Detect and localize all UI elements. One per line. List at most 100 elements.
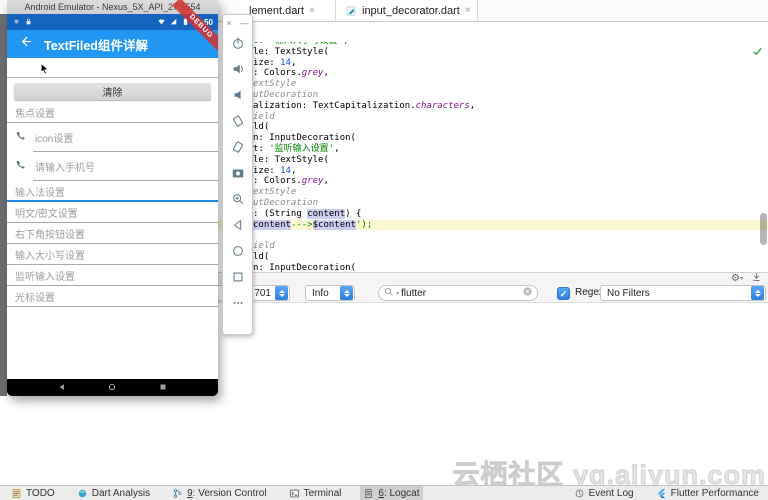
code-line[interactable] [253, 230, 768, 241]
code-token: 14 [280, 166, 291, 176]
textfield-hint-label: 监听输入设置 [15, 268, 75, 283]
nav-overview-icon[interactable] [158, 379, 168, 397]
code-token: ld( [253, 122, 269, 132]
statusbar-item-todo[interactable]: TODO [8, 486, 58, 500]
more-icon[interactable] [223, 290, 252, 316]
wifi-icon [157, 13, 166, 31]
back-icon[interactable] [223, 212, 252, 238]
tab-element-dart[interactable]: lement.dart × [240, 0, 336, 21]
regex-checkbox[interactable]: ✓ [557, 287, 570, 300]
code-token: : (String [253, 209, 307, 219]
nav-back-icon[interactable] [57, 379, 67, 397]
code-line[interactable]: alization: TextCapitalization.characters… [253, 101, 768, 112]
textfield-list-item[interactable]: 请输入手机号 [7, 152, 218, 181]
code-token: characters [416, 101, 470, 111]
camera-icon[interactable] [223, 160, 252, 186]
textfield-hint-label: icon设置 [35, 130, 73, 145]
filter-selector-value: No Filters [601, 288, 751, 299]
code-line[interactable]: ld( [253, 252, 768, 263]
statusbar-item-dart-analysis[interactable]: Dart Analysis [74, 486, 153, 500]
code-line[interactable]: ize: 14, [253, 166, 768, 177]
code-line[interactable]: : Colors.grey, [253, 176, 768, 187]
statusbar-item-logcat[interactable]: 6: Logcat [360, 486, 422, 500]
textfield-list-item[interactable]: 明文/密文设置 [7, 202, 218, 223]
code-line[interactable]: t: '监听输入设置', [253, 144, 768, 155]
code-line[interactable]: le: TextStyle( [253, 47, 768, 58]
inspection-ok-icon [752, 44, 763, 62]
code-token: ) { [345, 209, 361, 219]
textfield-list-item[interactable]: 右下角按钮设置 [7, 223, 218, 244]
code-line[interactable]: : (String content) { [253, 209, 768, 220]
textfield-list-item[interactable]: icon设置 [7, 123, 218, 152]
notification-dot-icon [12, 13, 21, 31]
code-line[interactable]: utDecoration [253, 90, 768, 101]
toolbar-minimize-icon[interactable]: — [240, 18, 249, 28]
code-line[interactable]: extStyle [253, 187, 768, 198]
filter-selector[interactable]: No Filters [600, 285, 766, 301]
mouse-cursor [38, 62, 51, 80]
code-line[interactable]: utDecoration [253, 198, 768, 209]
emulator-window[interactable]: Android Emulator - Nexus_5X_API_27:5554 … [7, 0, 218, 396]
search-input[interactable] [401, 288, 520, 299]
statusbar-item-version-control[interactable]: 9: Version Control [169, 486, 270, 500]
code-line[interactable]: : Colors.grey, [253, 68, 768, 79]
code-line[interactable]: ld( [253, 122, 768, 133]
code-token: ---> [291, 220, 313, 230]
editor-scrollbar[interactable] [760, 213, 767, 245]
clear-search-icon[interactable] [522, 284, 533, 302]
code-line[interactable]: le: TextStyle( [253, 155, 768, 166]
code-token: , [291, 166, 296, 176]
tab-close-icon[interactable]: × [465, 5, 471, 16]
code-token: content [253, 220, 291, 230]
textfield-list-item[interactable]: 焦点设置 [7, 102, 218, 123]
code-line[interactable]: ield [253, 112, 768, 123]
textfield-list-item[interactable]: 输入法设置 [7, 181, 218, 202]
rotate-left-icon[interactable] [223, 108, 252, 134]
code-line[interactable]: ield [253, 241, 768, 252]
code-token: $content [313, 220, 356, 230]
search-history-arrow-icon[interactable]: ▾ [396, 290, 399, 297]
code-token: grey [302, 176, 324, 186]
rotate-right-icon[interactable] [223, 134, 252, 160]
vcs-icon [172, 488, 183, 499]
code-token: : Colors. [253, 68, 302, 78]
code-line[interactable]: ize: 14, [253, 58, 768, 69]
textfield-hint-label: 右下角按钮设置 [15, 226, 85, 241]
code-line[interactable]: n: InputDecoration( [253, 133, 768, 144]
statusbar-item-terminal[interactable]: Terminal [286, 486, 345, 500]
code-line[interactable]: extStyle [253, 79, 768, 90]
home-icon[interactable] [223, 238, 252, 264]
code-token: 14 [280, 58, 291, 68]
log-level-selector[interactable]: Info [305, 285, 355, 301]
app-bar: TextFiled组件详解 [7, 30, 218, 58]
textfield-list-item[interactable]: 监听输入设置 [7, 265, 218, 286]
code-token: extStyle [253, 79, 296, 89]
statusbar-item-flutter-performance[interactable]: Flutter Performance [653, 486, 762, 500]
code-token: '); [356, 220, 372, 230]
code-token: content [307, 209, 345, 219]
code-token: le: TextStyle( [253, 47, 329, 57]
code-token: t: '输入大小写设置', [253, 42, 349, 46]
signal-icon [169, 13, 178, 31]
toolbar-close-icon[interactable]: × [226, 18, 231, 28]
logcat-search-box[interactable]: ▾ [378, 285, 538, 301]
statusbar-item-event-log[interactable]: Event Log [571, 486, 637, 500]
statusbar-item-label: 9: Version Control [187, 488, 267, 499]
code-token: t: [253, 144, 269, 154]
code-line[interactable]: n: InputDecoration( [253, 263, 768, 272]
nav-home-icon[interactable] [107, 379, 117, 397]
volume-down-icon[interactable] [223, 82, 252, 108]
tab-close-icon[interactable]: × [309, 5, 315, 16]
flutter-icon [656, 488, 667, 499]
tab-input-decorator-dart[interactable]: input_decorator.dart × [336, 0, 478, 21]
back-arrow-icon[interactable] [19, 35, 32, 53]
code-token: , [323, 68, 328, 78]
textfield-list-item[interactable]: 光标设置 [7, 286, 218, 307]
textfield-list-item[interactable]: 输入大小写设置 [7, 244, 218, 265]
volume-up-icon[interactable] [223, 56, 252, 82]
code-token: alization: TextCapitalization. [253, 101, 416, 111]
overview-icon[interactable] [223, 264, 252, 290]
zoom-icon[interactable] [223, 186, 252, 212]
power-icon[interactable] [223, 30, 252, 56]
clear-button[interactable]: 清除 [14, 83, 211, 100]
